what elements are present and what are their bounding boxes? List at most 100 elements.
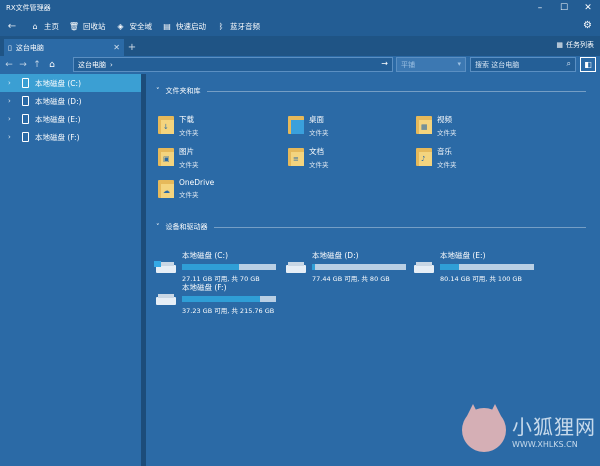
folder-name: 图片 <box>179 147 194 156</box>
divider <box>206 90 586 92</box>
folder-videos[interactable]: ▦ 视频 文件夹 <box>416 114 457 137</box>
computer-icon: ▯ <box>8 43 12 52</box>
home-button-icon[interactable]: ⌂ <box>44 57 60 73</box>
drive-f[interactable]: 本地磁盘 (F:) 37.23 GB 可用, 共 215.76 GB <box>156 282 276 315</box>
drive-space-info: 37.23 GB 可用, 共 215.76 GB <box>182 307 275 315</box>
quick-secure-button[interactable]: ◈ 安全域 <box>116 21 152 32</box>
minimize-icon[interactable]: – <box>528 0 552 16</box>
drive-d[interactable]: 本地磁盘 (D:) 77.44 GB 可用, 共 80 GB <box>286 250 406 283</box>
folder-type: 文件夹 <box>179 191 199 199</box>
home-icon: ⌂ <box>32 21 38 31</box>
folder-type: 文件夹 <box>437 129 457 137</box>
fox-logo-icon <box>462 404 506 452</box>
sidebar-item-drive-c[interactable]: › 本地磁盘 (C:) <box>0 74 141 92</box>
go-arrow-icon[interactable]: → <box>381 59 388 68</box>
folder-icon: ↓ <box>158 114 174 134</box>
address-row: ← → ↑ ⌂ 这台电脑 › → 平铺 ▾ 搜索 这台电脑 ⌕ ◧ <box>0 56 600 74</box>
sidebar-item-drive-e[interactable]: › 本地磁盘 (E:) <box>0 110 141 128</box>
sidebar-item-label: 本地磁盘 (D:) <box>35 96 82 106</box>
quick-recycle-button[interactable]: 🗑 回收站 <box>69 21 106 32</box>
chevron-right-icon[interactable]: › <box>8 115 16 123</box>
tab-this-pc[interactable]: ▯ 这台电脑 ✕ <box>4 39 124 56</box>
drive-space-info: 80.14 GB 可用, 共 100 GB <box>440 275 522 283</box>
drive-usage-bar <box>440 264 534 270</box>
quick-launch-label: 快速启动 <box>176 21 206 31</box>
drive-space-info: 77.44 GB 可用, 共 80 GB <box>312 275 390 283</box>
chevron-right-icon[interactable]: › <box>8 79 16 87</box>
folder-name: 桌面 <box>309 115 324 124</box>
drive-usage-fill <box>440 264 459 270</box>
drive-icon <box>22 132 29 142</box>
sidebar: › 本地磁盘 (C:) › 本地磁盘 (D:) › 本地磁盘 (E:) › 本地… <box>0 74 141 466</box>
quick-home-label: 主页 <box>44 21 59 31</box>
add-tab-button[interactable]: + <box>124 39 140 56</box>
quick-launch-button[interactable]: ▤ 快速启动 <box>162 21 206 32</box>
folder-type: 文件夹 <box>309 129 329 137</box>
tab-label: 这台电脑 <box>15 43 44 52</box>
drive-icon <box>22 78 29 88</box>
hard-drive-icon <box>154 260 176 273</box>
section-folders-header[interactable]: ˅ 文件夹和库 <box>156 86 586 96</box>
quick-recycle-label: 回收站 <box>83 21 106 31</box>
folder-documents[interactable]: ≡ 文档 文件夹 <box>288 146 329 169</box>
folder-icon: ☁ <box>158 178 174 198</box>
bluetooth-icon: ᛒ <box>218 21 224 31</box>
sidebar-item-drive-d[interactable]: › 本地磁盘 (D:) <box>0 92 141 110</box>
chevron-right-icon[interactable]: › <box>8 133 16 141</box>
drive-usage-fill <box>182 264 240 270</box>
address-bar[interactable]: 这台电脑 › → <box>73 57 393 72</box>
drive-usage-fill <box>182 296 261 302</box>
maximize-icon[interactable]: ☐ <box>552 0 576 16</box>
drive-name: 本地磁盘 (E:) <box>440 251 486 260</box>
drive-usage-fill <box>312 264 315 270</box>
watermark-text: 小狐狸网 <box>512 415 596 439</box>
nav-back-icon[interactable]: ← <box>2 57 16 73</box>
task-list-button[interactable]: ▦ 任务列表 <box>556 40 594 50</box>
folder-icon: ▣ <box>158 146 174 166</box>
section-drives-header[interactable]: ˅ 设备和驱动器 <box>156 222 586 232</box>
task-list-label: 任务列表 <box>566 41 594 49</box>
address-path: 这台电脑 <box>78 60 106 69</box>
folder-name: 音乐 <box>437 147 452 156</box>
task-list-icon: ▦ <box>556 41 563 49</box>
nav-forward-icon[interactable]: → <box>16 57 30 73</box>
nav-up-icon[interactable]: ↑ <box>30 57 44 73</box>
tab-close-icon[interactable]: ✕ <box>113 43 120 52</box>
folder-onedrive[interactable]: ☁ OneDrive 文件夹 <box>158 178 214 199</box>
folder-desktop[interactable]: 桌面 文件夹 <box>288 114 329 137</box>
search-input[interactable]: 搜索 这台电脑 ⌕ <box>470 57 576 72</box>
chevron-right-icon[interactable]: › <box>8 97 16 105</box>
folder-name: 下载 <box>179 115 194 124</box>
sidebar-item-drive-f[interactable]: › 本地磁盘 (F:) <box>0 128 141 146</box>
quick-bluetooth-button[interactable]: ᛒ 蓝牙音频 <box>216 21 260 32</box>
folder-music[interactable]: ♪ 音乐 文件夹 <box>416 146 457 169</box>
drive-usage-bar <box>312 264 406 270</box>
folder-icon: ▦ <box>416 114 432 134</box>
divider <box>213 226 586 228</box>
folder-downloads[interactable]: ↓ 下载文件夹 <box>158 114 199 137</box>
title-bar: RX文件管理器 – ☐ ✕ <box>0 0 600 16</box>
folder-name: 文档 <box>309 147 324 156</box>
folder-pictures[interactable]: ▣ 图片 文件夹 <box>158 146 199 169</box>
drive-name: 本地磁盘 (F:) <box>182 283 227 292</box>
chevron-down-icon: ˅ <box>156 87 160 95</box>
drive-c[interactable]: 本地磁盘 (C:) 27.11 GB 可用, 共 70 GB <box>154 250 276 283</box>
section-folders-title: 文件夹和库 <box>165 87 201 95</box>
launch-icon: ▤ <box>163 21 171 31</box>
back-arrow-icon[interactable]: ← <box>4 21 20 32</box>
address-chevron: › <box>110 60 113 69</box>
pane-toggle-icon[interactable]: ◧ <box>580 57 596 72</box>
drive-name: 本地磁盘 (C:) <box>182 251 228 260</box>
hard-drive-icon <box>286 261 306 273</box>
chevron-down-icon: ▾ <box>457 60 461 68</box>
folder-type: 文件夹 <box>179 129 199 137</box>
folder-type: 文件夹 <box>437 161 457 169</box>
drive-e[interactable]: 本地磁盘 (E:) 80.14 GB 可用, 共 100 GB <box>414 250 534 283</box>
chevron-down-icon: ˅ <box>156 223 160 231</box>
view-mode-select[interactable]: 平铺 ▾ <box>396 57 466 72</box>
folder-icon <box>288 114 304 134</box>
view-mode-value: 平铺 <box>401 60 415 69</box>
gear-icon[interactable]: ⚙ <box>583 20 592 31</box>
close-icon[interactable]: ✕ <box>576 0 600 16</box>
quick-home-button[interactable]: ⌂ 主页 <box>30 21 59 32</box>
